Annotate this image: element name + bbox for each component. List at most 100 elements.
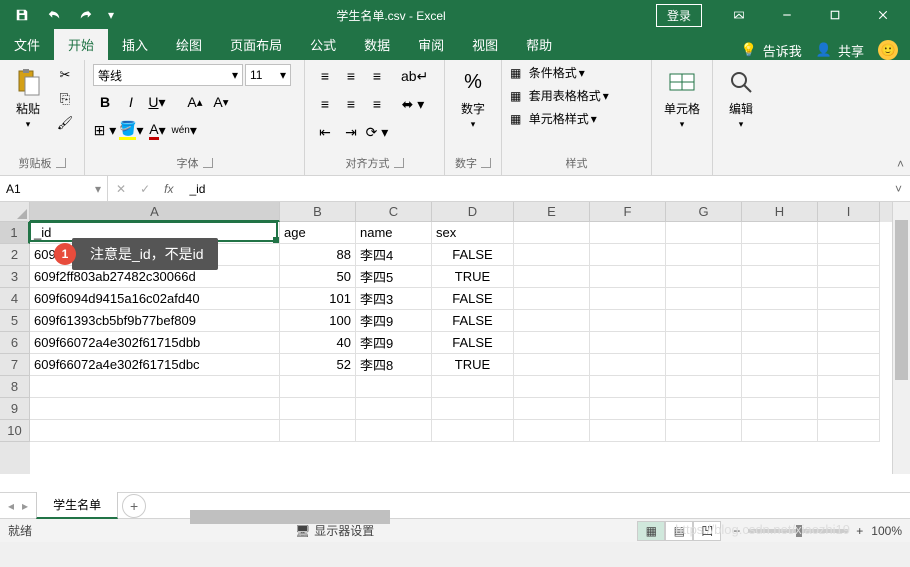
zoom-slider[interactable]: [748, 529, 848, 533]
cell[interactable]: [818, 354, 880, 376]
sheet-nav-next[interactable]: ▸: [22, 499, 28, 513]
border-button[interactable]: ⊞ ▾: [93, 118, 117, 142]
cell[interactable]: [590, 420, 666, 442]
cell[interactable]: [514, 266, 590, 288]
scrollbar-thumb[interactable]: [895, 220, 908, 380]
decrease-font-button[interactable]: A▾: [209, 90, 233, 114]
tab-insert[interactable]: 插入: [108, 29, 162, 60]
edit-button[interactable]: 编辑 ▾: [721, 64, 761, 132]
cell[interactable]: [432, 398, 514, 420]
login-button[interactable]: 登录: [656, 4, 702, 27]
paste-button[interactable]: 粘贴 ▾: [8, 64, 48, 132]
cell[interactable]: [666, 332, 742, 354]
number-launcher[interactable]: [481, 158, 491, 168]
tab-formula[interactable]: 公式: [296, 29, 350, 60]
zoom-in-button[interactable]: +: [856, 524, 863, 538]
align-launcher[interactable]: [394, 158, 404, 168]
redo-button[interactable]: [72, 3, 100, 27]
cell[interactable]: [666, 244, 742, 266]
minimize-button[interactable]: [764, 0, 810, 30]
cell[interactable]: FALSE: [432, 332, 514, 354]
cell[interactable]: [742, 222, 818, 244]
orientation-button[interactable]: ⟳ ▾: [365, 120, 389, 144]
merge-button[interactable]: ⬌ ▾: [401, 92, 425, 116]
cell[interactable]: [742, 266, 818, 288]
cell[interactable]: [666, 310, 742, 332]
cell[interactable]: [666, 398, 742, 420]
cell[interactable]: [590, 376, 666, 398]
column-header[interactable]: I: [818, 202, 880, 222]
view-normal-button[interactable]: ▦: [637, 521, 665, 541]
cell-styles-button[interactable]: ▦ 单元格样式 ▾: [510, 110, 597, 127]
cell[interactable]: [514, 310, 590, 332]
cell[interactable]: [280, 398, 356, 420]
tab-help[interactable]: 帮助: [512, 29, 566, 60]
increase-indent-button[interactable]: ⇥: [339, 120, 363, 144]
column-header[interactable]: C: [356, 202, 432, 222]
table-format-button[interactable]: ▦ 套用表格格式 ▾: [510, 87, 609, 104]
row-header[interactable]: 7: [0, 354, 30, 376]
cell[interactable]: [818, 376, 880, 398]
cell[interactable]: [432, 420, 514, 442]
tab-data[interactable]: 数据: [350, 29, 404, 60]
cell[interactable]: [280, 376, 356, 398]
cell[interactable]: 609f61393cb5bf9b77bef809: [30, 310, 280, 332]
bold-button[interactable]: B: [93, 90, 117, 114]
cell[interactable]: [742, 310, 818, 332]
cell[interactable]: age: [280, 222, 356, 244]
font-name-select[interactable]: 等线▾: [93, 64, 243, 86]
expand-formula-button[interactable]: ˅: [887, 182, 910, 196]
view-pagebreak-button[interactable]: 凹: [693, 521, 721, 541]
row-header[interactable]: 3: [0, 266, 30, 288]
cell[interactable]: [666, 222, 742, 244]
cell[interactable]: [590, 310, 666, 332]
row-header[interactable]: 10: [0, 420, 30, 442]
clipboard-launcher[interactable]: [56, 158, 66, 168]
conditional-format-button[interactable]: ▦ 条件格式 ▾: [510, 64, 585, 81]
maximize-button[interactable]: [812, 0, 858, 30]
cell[interactable]: [818, 332, 880, 354]
cell[interactable]: [590, 244, 666, 266]
cell[interactable]: 609f66072a4e302f61715dbb: [30, 332, 280, 354]
number-format-button[interactable]: % 数字 ▾: [453, 64, 493, 132]
row-header[interactable]: 1: [0, 222, 30, 244]
cell[interactable]: [590, 266, 666, 288]
tab-draw[interactable]: 绘图: [162, 29, 216, 60]
cell[interactable]: FALSE: [432, 310, 514, 332]
cell[interactable]: [590, 288, 666, 310]
cell[interactable]: [514, 398, 590, 420]
undo-button[interactable]: [40, 3, 68, 27]
cell[interactable]: [818, 222, 880, 244]
tab-review[interactable]: 审阅: [404, 29, 458, 60]
cell[interactable]: [590, 354, 666, 376]
cut-button[interactable]: ✂: [54, 64, 76, 86]
font-launcher[interactable]: [203, 158, 213, 168]
cell[interactable]: [742, 354, 818, 376]
ribbon-options-button[interactable]: [716, 0, 762, 30]
cell[interactable]: [742, 288, 818, 310]
cell[interactable]: [742, 244, 818, 266]
cell[interactable]: FALSE: [432, 244, 514, 266]
tell-me-button[interactable]: 💡 告诉我: [741, 41, 802, 60]
wrap-text-button[interactable]: ab↵: [401, 64, 428, 88]
cell[interactable]: [666, 354, 742, 376]
cell[interactable]: 李四8: [356, 354, 432, 376]
cell[interactable]: [818, 244, 880, 266]
cell[interactable]: [590, 332, 666, 354]
cell[interactable]: 50: [280, 266, 356, 288]
cell[interactable]: [280, 420, 356, 442]
cell[interactable]: [356, 420, 432, 442]
qat-customize-button[interactable]: ▾: [104, 3, 118, 27]
cells-button[interactable]: 单元格 ▾: [660, 64, 704, 132]
cell[interactable]: name: [356, 222, 432, 244]
column-header[interactable]: A: [30, 202, 280, 222]
cell[interactable]: 609f66072a4e302f61715dbc: [30, 354, 280, 376]
tab-home[interactable]: 开始: [54, 29, 108, 60]
cell[interactable]: [666, 288, 742, 310]
fx-button[interactable]: fx: [164, 182, 173, 196]
row-header[interactable]: 8: [0, 376, 30, 398]
column-header[interactable]: H: [742, 202, 818, 222]
cell[interactable]: 52: [280, 354, 356, 376]
add-sheet-button[interactable]: +: [122, 494, 146, 518]
cell[interactable]: TRUE: [432, 354, 514, 376]
